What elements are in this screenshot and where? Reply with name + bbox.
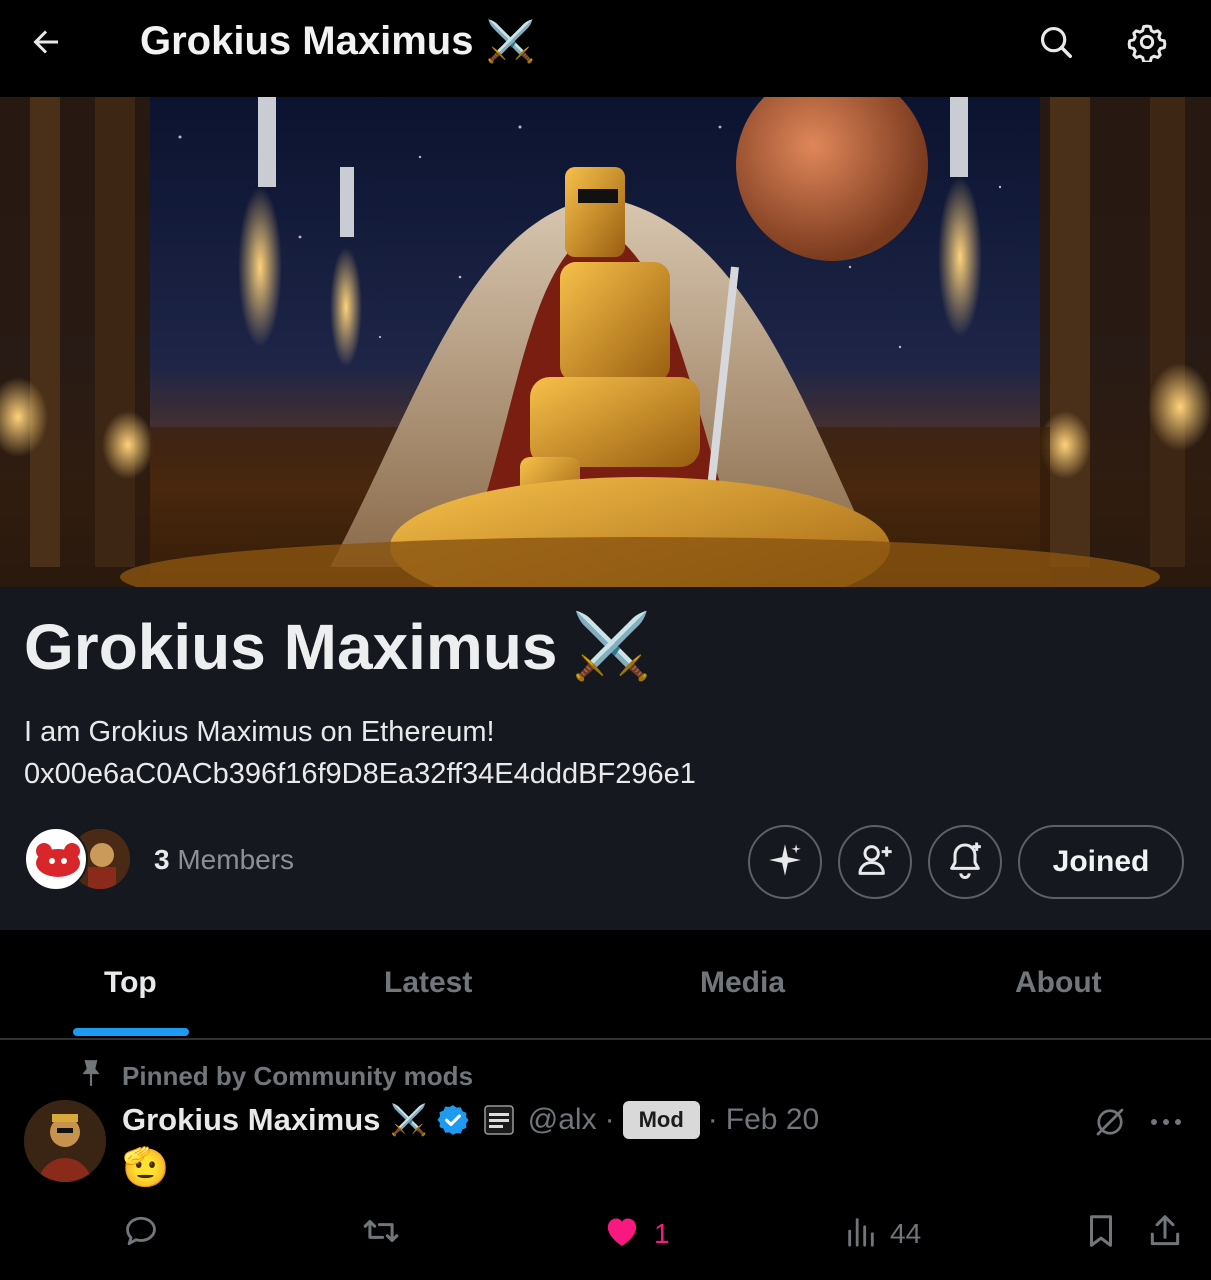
views-count: 44 xyxy=(890,1218,922,1249)
more-options-icon[interactable] xyxy=(1144,1100,1188,1144)
person-add-icon xyxy=(855,840,895,885)
page-title: Grokius Maximus ⚔️ xyxy=(140,18,535,65)
like-count: 1 xyxy=(654,1218,670,1249)
tab-top[interactable]: Top xyxy=(104,966,157,1000)
member-count: 3 Members xyxy=(154,844,294,876)
search-icon[interactable] xyxy=(1034,20,1078,64)
post-header: Grokius Maximus ⚔️ @alx · Mod · Feb 20 xyxy=(122,1100,819,1140)
invite-button[interactable] xyxy=(838,825,912,899)
crossed-swords-emoji: ⚔️ xyxy=(485,20,536,64)
member-count-number: 3 xyxy=(154,844,170,875)
reply-icon xyxy=(122,1212,160,1257)
repost-icon xyxy=(360,1212,402,1257)
joined-button[interactable]: Joined xyxy=(1018,825,1184,899)
gear-icon[interactable] xyxy=(1125,20,1169,64)
active-tab-indicator xyxy=(73,1028,189,1036)
separator-dot: · xyxy=(604,1103,615,1136)
avatar[interactable] xyxy=(24,1100,106,1182)
bookmark-icon xyxy=(1082,1212,1120,1257)
verified-badge-icon xyxy=(436,1103,470,1137)
mod-badge: Mod xyxy=(622,1101,700,1139)
page-title-text: Grokius Maximus xyxy=(140,19,474,63)
heart-icon xyxy=(602,1211,642,1258)
description-line-1: I am Grokius Maximus on Ethereum! xyxy=(24,716,495,748)
post-content: 🫡 xyxy=(122,1147,170,1189)
post-author-name[interactable]: Grokius Maximus xyxy=(122,1102,380,1138)
views-button[interactable]: 44 xyxy=(844,1212,921,1256)
sparkle-icon xyxy=(766,841,804,884)
like-button[interactable]: 1 xyxy=(602,1212,670,1256)
top-bar: Grokius Maximus ⚔️ xyxy=(0,0,1211,97)
community-header: Grokius Maximus ⚔️ I am Grokius Maximus … xyxy=(0,587,1211,930)
pinned-post[interactable]: Pinned by Community mods Grokius Maximus… xyxy=(0,1042,1211,1280)
post-date[interactable]: Feb 20 xyxy=(726,1103,819,1137)
bookmark-button[interactable] xyxy=(1082,1212,1120,1256)
description-line-2: 0x00e6aC0ACb396f16f9D8Ea32ff34E4dddBF296… xyxy=(24,758,696,790)
arrow-left-icon[interactable] xyxy=(24,20,68,64)
tab-latest[interactable]: Latest xyxy=(384,966,472,1000)
share-button[interactable] xyxy=(1146,1212,1184,1256)
crossed-swords-emoji: ⚔️ xyxy=(390,1103,428,1137)
bell-plus-icon xyxy=(945,840,985,885)
share-icon xyxy=(1146,1212,1184,1257)
post-actions: 1 44 xyxy=(0,1212,1211,1262)
member-avatars xyxy=(24,827,132,893)
affiliate-badge-icon xyxy=(484,1105,514,1135)
community-name-text: Grokius Maximus xyxy=(24,610,558,683)
community-description: I am Grokius Maximus on Ethereum! 0x00e6… xyxy=(24,711,696,795)
pinned-label: Pinned by Community mods xyxy=(78,1058,473,1095)
notifications-button[interactable] xyxy=(928,825,1002,899)
post-handle[interactable]: @alx xyxy=(528,1103,597,1137)
grok-button[interactable] xyxy=(748,825,822,899)
members-summary[interactable]: 3 Members xyxy=(24,827,294,893)
tab-media[interactable]: Media xyxy=(700,966,785,1000)
repost-button[interactable] xyxy=(360,1212,402,1256)
avatar xyxy=(24,827,88,891)
pinned-label-text: Pinned by Community mods xyxy=(122,1061,474,1091)
separator-dot: · xyxy=(707,1103,718,1136)
community-tabs: Top Latest Media About xyxy=(0,930,1211,1040)
community-banner-image xyxy=(0,97,1211,587)
pin-icon xyxy=(78,1058,104,1095)
crossed-swords-emoji: ⚔️ xyxy=(571,610,652,682)
member-count-label: Members xyxy=(169,844,295,875)
community-name: Grokius Maximus ⚔️ xyxy=(24,609,651,684)
grok-explain-icon[interactable] xyxy=(1088,1100,1132,1144)
reply-button[interactable] xyxy=(122,1212,160,1256)
views-icon xyxy=(844,1214,878,1255)
tab-about[interactable]: About xyxy=(1015,966,1102,1000)
